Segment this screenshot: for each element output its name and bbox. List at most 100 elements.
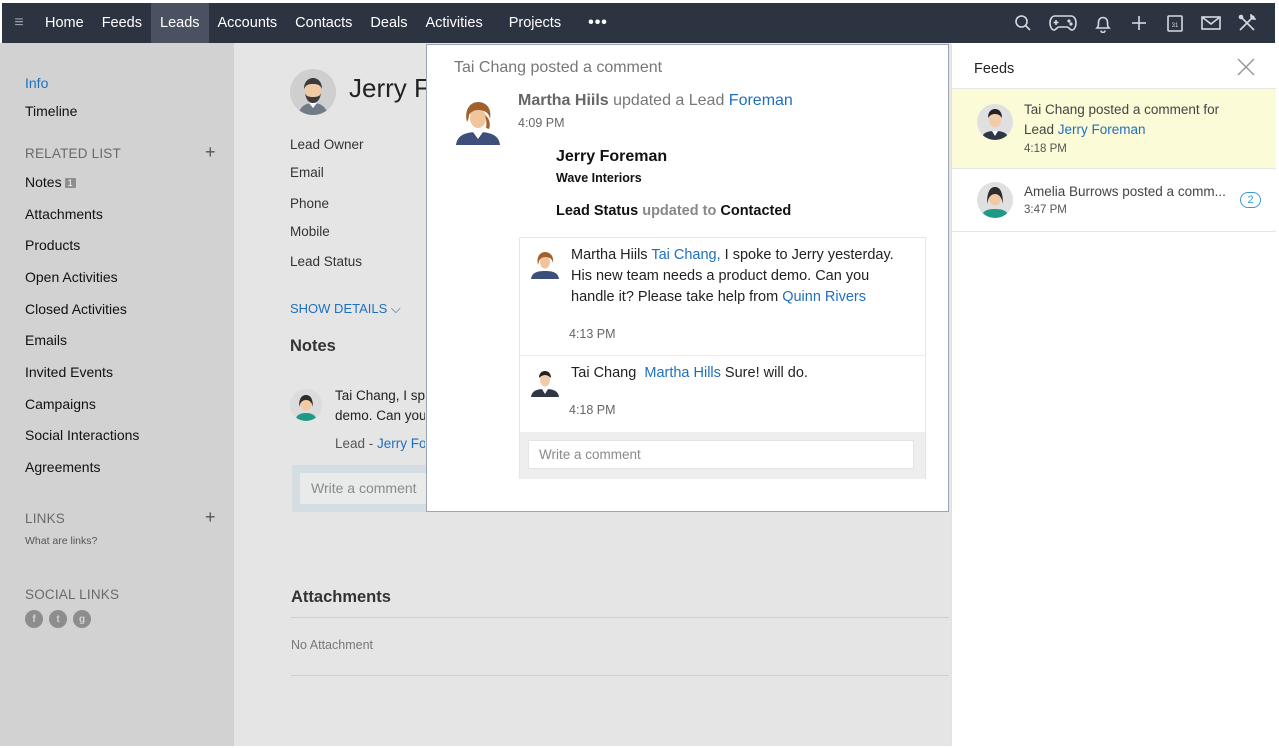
note-comment-container: Write a comment xyxy=(292,465,432,512)
feed-count-badge: 2 xyxy=(1240,192,1261,208)
popup-company-name: Wave Interiors xyxy=(556,171,642,185)
nav-deals[interactable]: Deals xyxy=(361,3,416,43)
links-heading: LINKS xyxy=(25,511,66,526)
comment-composer: Write a comment xyxy=(520,432,925,479)
comment-item: Martha Hiils Tai Chang, I spoke to Jerry… xyxy=(520,238,925,355)
nav-activities[interactable]: Activities xyxy=(416,3,491,43)
social-links-row: f t g xyxy=(25,610,91,628)
sidebar-item-campaigns[interactable]: Campaigns xyxy=(25,396,96,412)
actor-name[interactable]: Martha Hiils xyxy=(518,92,609,109)
close-icon[interactable] xyxy=(1235,56,1257,78)
attachments-section-title: Attachments xyxy=(291,588,391,606)
show-details-link[interactable]: SHOW DETAILS ⌵ xyxy=(290,301,401,317)
notes-section-title: Notes xyxy=(290,337,336,355)
nav-projects[interactable]: Projects xyxy=(492,3,570,43)
google-plus-icon[interactable]: g xyxy=(73,610,91,628)
sidebar-item-notes[interactable]: Notes 1 xyxy=(25,174,76,190)
sidebar-item-attachments[interactable]: Attachments xyxy=(25,206,103,222)
divider xyxy=(952,231,1276,232)
mail-icon[interactable] xyxy=(1193,3,1229,43)
note-text-line-1: Tai Chang, I sp xyxy=(335,388,425,403)
lead-name-heading: Jerry F xyxy=(349,73,430,103)
nav-feeds[interactable]: Feeds xyxy=(93,3,151,43)
feed-item-time: 4:18 PM xyxy=(1024,143,1067,155)
more-menu-button[interactable]: ••• xyxy=(570,14,622,32)
activity-summary: Martha Hiils updated a Lead Foreman xyxy=(518,92,793,110)
search-icon[interactable] xyxy=(1005,3,1041,43)
note-text-line-2: demo. Can you xyxy=(335,408,425,423)
nav-icon-group: 31 xyxy=(1005,3,1265,43)
feed-item-text: Amelia Burrows posted a comm... xyxy=(1024,184,1226,199)
bell-icon[interactable] xyxy=(1085,3,1121,43)
status-mid-text: updated to xyxy=(638,203,721,219)
comment-input[interactable]: Write a comment xyxy=(528,440,914,469)
comment-mention[interactable]: Martha Hills xyxy=(644,365,721,381)
note-author-avatar xyxy=(290,389,322,421)
comment-time: 4:18 PM xyxy=(569,403,616,417)
divider xyxy=(291,675,949,676)
top-nav-bar: ≡ Home Feeds Leads Accounts Contacts Dea… xyxy=(2,3,1275,43)
popup-lead-name: Jerry Foreman xyxy=(556,148,668,165)
what-are-links-link[interactable]: What are links? xyxy=(25,535,97,547)
tools-icon[interactable] xyxy=(1229,3,1265,43)
add-link-icon[interactable]: + xyxy=(205,507,216,528)
game-controller-icon[interactable] xyxy=(1041,3,1085,43)
feed-item[interactable]: Amelia Burrows posted a comm... 3:47 PM … xyxy=(952,169,1276,231)
add-related-list-icon[interactable]: + xyxy=(205,142,216,163)
calendar-icon[interactable]: 31 xyxy=(1157,3,1193,43)
comment-text: Tai Chang Martha Hills Sure! will do. xyxy=(571,363,916,384)
note-text: Tai Chang, I sp demo. Can you xyxy=(335,386,425,426)
feed-item-time: 3:47 PM xyxy=(1024,204,1067,216)
comment-body: Sure! will do. xyxy=(720,365,808,381)
nav-leads[interactable]: Leads xyxy=(151,3,209,43)
status-value: Contacted xyxy=(720,203,792,219)
sidebar-item-agreements[interactable]: Agreements xyxy=(25,459,100,475)
popup-header: Tai Chang posted a comment xyxy=(454,59,663,76)
feeds-panel-title: Feeds xyxy=(974,61,1015,77)
sidebar-item-products[interactable]: Products xyxy=(25,237,80,253)
sidebar-item-closed-activities[interactable]: Closed Activities xyxy=(25,301,127,317)
comment-mention[interactable]: Quinn Rivers xyxy=(782,289,866,305)
sidebar-item-timeline[interactable]: Timeline xyxy=(25,103,77,119)
feed-item-text: Tai Chang posted a comment for Lead Jerr… xyxy=(1024,100,1239,140)
plus-icon[interactable] xyxy=(1121,3,1157,43)
feed-item[interactable]: Tai Chang posted a comment for Lead Jerr… xyxy=(952,89,1276,168)
menu-icon[interactable]: ≡ xyxy=(2,3,36,43)
note-lead-reference: Lead - Jerry Fo xyxy=(335,436,425,451)
feed-author-avatar xyxy=(977,182,1013,218)
sidebar-item-label: Notes xyxy=(25,174,62,190)
nav-accounts[interactable]: Accounts xyxy=(209,3,287,43)
activity-action-text: updated a Lead xyxy=(608,92,729,109)
comment-author: Tai Chang xyxy=(571,365,637,381)
divider xyxy=(291,617,949,618)
calendar-day-label: 31 xyxy=(1172,23,1179,29)
feeds-panel: Feeds Tai Chang posted a comment for Lea… xyxy=(951,44,1276,746)
sidebar-item-info[interactable]: Info xyxy=(25,75,48,91)
comment-thread: Martha Hiils Tai Chang, I spoke to Jerry… xyxy=(519,237,926,479)
comment-author-avatar xyxy=(530,249,560,279)
lead-link[interactable]: Foreman xyxy=(729,92,793,109)
feed-item-link[interactable]: Jerry Foreman xyxy=(1058,122,1146,137)
note-lead-link[interactable]: Jerry Fo xyxy=(377,436,425,451)
field-label-phone: Phone xyxy=(290,196,330,211)
comment-time: 4:13 PM xyxy=(569,327,616,341)
twitter-icon[interactable]: t xyxy=(49,610,67,628)
nav-home[interactable]: Home xyxy=(36,3,93,43)
sidebar-item-emails[interactable]: Emails xyxy=(25,332,67,348)
actor-avatar xyxy=(454,97,502,145)
nav-contacts[interactable]: Contacts xyxy=(286,3,361,43)
feed-author-avatar xyxy=(977,104,1013,140)
facebook-icon[interactable]: f xyxy=(25,610,43,628)
comment-mention[interactable]: Tai Chang, xyxy=(651,247,720,263)
sidebar-item-invited-events[interactable]: Invited Events xyxy=(25,364,113,380)
note-comment-input[interactable]: Write a comment xyxy=(300,473,430,504)
lead-avatar xyxy=(290,69,336,115)
field-label-email: Email xyxy=(290,165,324,180)
sidebar-item-open-activities[interactable]: Open Activities xyxy=(25,269,118,285)
field-label-lead-owner: Lead Owner xyxy=(290,137,364,152)
comment-author-avatar xyxy=(530,367,560,397)
sidebar-item-social-interactions[interactable]: Social Interactions xyxy=(25,427,139,443)
social-links-heading: SOCIAL LINKS xyxy=(25,587,120,602)
comment-item: Tai Chang Martha Hills Sure! will do. 4:… xyxy=(520,356,925,432)
related-list-heading: RELATED LIST xyxy=(25,146,121,161)
